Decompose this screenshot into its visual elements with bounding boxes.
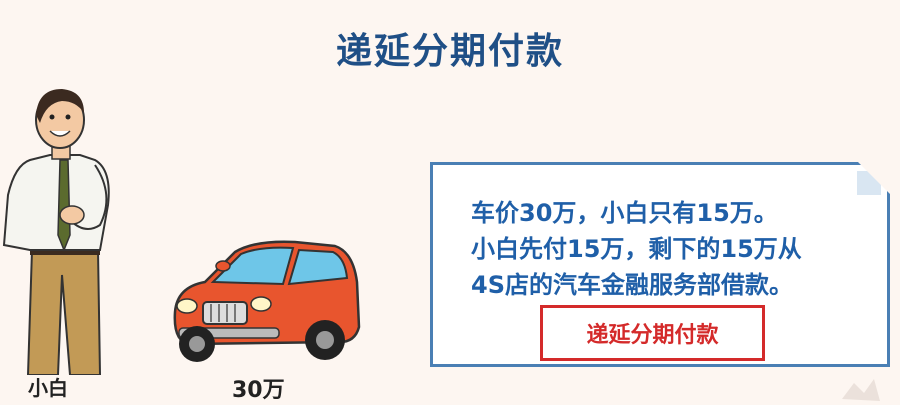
page-title: 递延分期付款 [335, 31, 564, 72]
info-line-2: 小白先付15万，剩下的15万从 [471, 235, 802, 263]
person-label: 小白 [28, 376, 68, 400]
info-line-3: 4S店的汽车金融服务部借款。 [471, 271, 793, 299]
video-play-icon[interactable] [836, 371, 882, 405]
deferred-payment-label: 递延分期付款 [540, 305, 765, 361]
person-illustration [2, 89, 110, 375]
info-line-1: 车价30万，小白只有15万。 [471, 199, 778, 227]
info-text: 车价30万，小白只有15万。 小白先付15万，剩下的15万从 4S店的汽车金融服… [471, 195, 891, 303]
car-price-label: 30万 [232, 378, 285, 403]
car-illustration [173, 240, 361, 362]
